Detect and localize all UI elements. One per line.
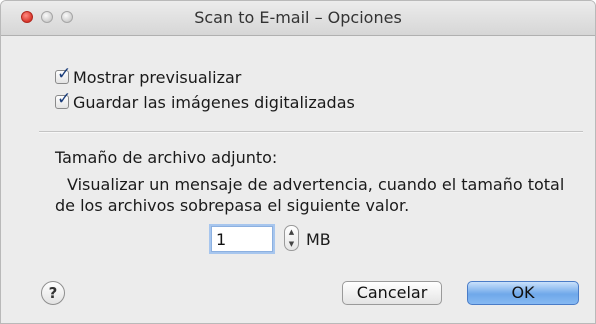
- attachment-size-input[interactable]: [211, 226, 273, 252]
- stepper-up-icon[interactable]: ▲: [285, 226, 298, 238]
- cancel-button[interactable]: Cancelar: [342, 281, 442, 305]
- stepper-down-icon[interactable]: ▼: [285, 238, 298, 250]
- attachment-size-heading: Tamaño de archivo adjunto:: [55, 148, 278, 167]
- checkmark-icon: ✓: [57, 64, 72, 84]
- options-dialog: Scan to E-mail – Opciones ✓ Mostrar prev…: [0, 0, 596, 324]
- help-button[interactable]: ?: [41, 281, 65, 305]
- title-bar: Scan to E-mail – Opciones: [1, 1, 595, 36]
- size-stepper[interactable]: ▲ ▼: [284, 225, 299, 251]
- save-images-checkbox[interactable]: ✓: [55, 89, 71, 109]
- window-title: Scan to E-mail – Opciones: [194, 8, 402, 27]
- show-preview-option[interactable]: ✓ Mostrar previsualizar: [55, 64, 241, 87]
- ok-button[interactable]: OK: [467, 281, 579, 305]
- warning-description-line1: Visualizar un mensaje de advertencia, cu…: [67, 175, 565, 194]
- show-preview-label[interactable]: Mostrar previsualizar: [73, 68, 241, 87]
- save-images-label[interactable]: Guardar las imágenes digitalizadas: [73, 93, 355, 112]
- show-preview-checkbox[interactable]: ✓: [55, 64, 71, 84]
- warning-description-line2: de los archivos sobrepasa el siguiente v…: [55, 196, 410, 215]
- checkmark-icon: ✓: [57, 89, 72, 109]
- size-unit-label: MB: [306, 230, 331, 249]
- save-images-option[interactable]: ✓ Guardar las imágenes digitalizadas: [55, 89, 355, 112]
- section-divider: [39, 131, 583, 133]
